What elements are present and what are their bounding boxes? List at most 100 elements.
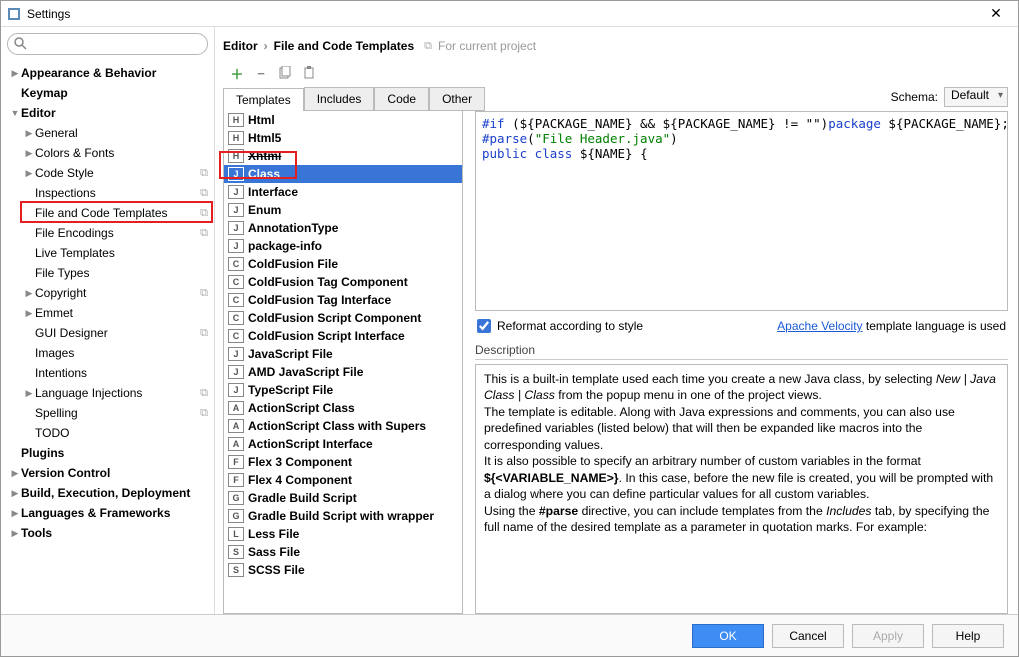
template-item-label: ColdFusion Script Interface <box>248 329 405 343</box>
reset-template-button[interactable] <box>301 65 317 81</box>
template-item-gradle-build-script-with-wrapper[interactable]: GGradle Build Script with wrapper <box>224 507 462 525</box>
template-item-label: Flex 3 Component <box>248 455 352 469</box>
tab-templates[interactable]: Templates <box>223 88 304 111</box>
template-item-less-file[interactable]: LLess File <box>224 525 462 543</box>
file-type-icon: J <box>228 185 244 199</box>
template-item-label: Gradle Build Script with wrapper <box>248 509 434 523</box>
reformat-checkbox[interactable] <box>477 319 491 333</box>
template-item-gradle-build-script[interactable]: GGradle Build Script <box>224 489 462 507</box>
template-item-javascript-file[interactable]: JJavaScript File <box>224 345 462 363</box>
titlebar: Settings ✕ <box>1 1 1018 27</box>
sidebar-item-file-types[interactable]: File Types <box>1 263 214 283</box>
cancel-button[interactable]: Cancel <box>772 624 844 648</box>
template-item-interface[interactable]: JInterface <box>224 183 462 201</box>
sidebar-item-plugins[interactable]: Plugins <box>1 443 214 463</box>
remove-template-button[interactable]: − <box>253 65 269 81</box>
file-type-icon: J <box>228 203 244 217</box>
file-type-icon: J <box>228 239 244 253</box>
sidebar-item-file-and-code-templates[interactable]: File and Code Templates⧉ <box>1 203 214 223</box>
sidebar-item-tools[interactable]: ▶Tools <box>1 523 214 543</box>
template-list[interactable]: HHtmlHHtml5HXhtmlJClassJInterfaceJEnumJA… <box>223 111 463 614</box>
template-item-annotationtype[interactable]: JAnnotationType <box>224 219 462 237</box>
template-item-typescript-file[interactable]: JTypeScript File <box>224 381 462 399</box>
file-type-icon: C <box>228 257 244 271</box>
scope-indicator-icon: ⧉ <box>200 387 208 400</box>
template-item-coldfusion-tag-component[interactable]: CColdFusion Tag Component <box>224 273 462 291</box>
template-item-flex-3-component[interactable]: FFlex 3 Component <box>224 453 462 471</box>
copy-template-button[interactable] <box>277 65 293 81</box>
sidebar-item-languages-frameworks[interactable]: ▶Languages & Frameworks <box>1 503 214 523</box>
sidebar-item-colors-fonts[interactable]: ▶Colors & Fonts <box>1 143 214 163</box>
sidebar-item-general[interactable]: ▶General <box>1 123 214 143</box>
search-input[interactable] <box>7 33 208 55</box>
tab-other[interactable]: Other <box>429 87 485 110</box>
template-item-label: ColdFusion File <box>248 257 338 271</box>
template-item-sass-file[interactable]: SSass File <box>224 543 462 561</box>
sidebar-item-keymap[interactable]: Keymap <box>1 83 214 103</box>
template-item-label: ColdFusion Tag Component <box>248 275 408 289</box>
template-item-label: AnnotationType <box>248 221 338 235</box>
sidebar-item-file-encodings[interactable]: File Encodings⧉ <box>1 223 214 243</box>
template-item-coldfusion-file[interactable]: C ColdFusion File <box>224 255 462 273</box>
template-item-coldfusion-script-interface[interactable]: CColdFusion Script Interface <box>224 327 462 345</box>
template-item-actionscript-class-with-supers[interactable]: AActionScript Class with Supers <box>224 417 462 435</box>
add-template-button[interactable]: ＋ <box>229 65 245 81</box>
file-type-icon: F <box>228 473 244 487</box>
file-type-icon: J <box>228 347 244 361</box>
template-item-xhtml[interactable]: HXhtml <box>224 147 462 165</box>
sidebar-item-language-injections[interactable]: ▶Language Injections⧉ <box>1 383 214 403</box>
sidebar-item-emmet[interactable]: ▶Emmet <box>1 303 214 323</box>
sidebar-item-inspections[interactable]: Inspections⧉ <box>1 183 214 203</box>
template-item-amd-javascript-file[interactable]: JAMD JavaScript File <box>224 363 462 381</box>
sidebar-item-editor[interactable]: ▼Editor <box>1 103 214 123</box>
chevron-icon: ▶ <box>23 288 35 299</box>
template-item-html5[interactable]: HHtml5 <box>224 129 462 147</box>
schema-dropdown[interactable]: Default <box>944 87 1008 107</box>
chevron-icon: ▶ <box>23 168 35 179</box>
velocity-note: Apache Velocity template language is use… <box>777 319 1006 333</box>
scope-indicator-icon: ⧉ <box>200 287 208 300</box>
sidebar-item-build-execution-deployment[interactable]: ▶Build, Execution, Deployment <box>1 483 214 503</box>
sidebar-item-images[interactable]: Images <box>1 343 214 363</box>
template-code-editor[interactable]: #if (${PACKAGE_NAME} && ${PACKAGE_NAME} … <box>475 111 1008 311</box>
template-item-class[interactable]: JClass <box>224 165 462 183</box>
scope-icon: ⧉ <box>424 40 432 53</box>
tree-item-label: File Types <box>35 266 89 280</box>
sidebar-item-live-templates[interactable]: Live Templates <box>1 243 214 263</box>
chevron-icon: ▶ <box>23 308 35 319</box>
settings-tree[interactable]: ▶Appearance & BehaviorKeymap▼Editor▶Gene… <box>1 61 214 614</box>
template-item-coldfusion-tag-interface[interactable]: CColdFusion Tag Interface <box>224 291 462 309</box>
template-item-label: TypeScript File <box>248 383 333 397</box>
sidebar-item-code-style[interactable]: ▶Code Style⧉ <box>1 163 214 183</box>
sidebar-item-appearance-behavior[interactable]: ▶Appearance & Behavior <box>1 63 214 83</box>
tree-item-label: Images <box>35 346 74 360</box>
sidebar-item-spelling[interactable]: Spelling⧉ <box>1 403 214 423</box>
sidebar-item-todo[interactable]: TODO <box>1 423 214 443</box>
tree-item-label: Spelling <box>35 406 78 420</box>
tree-item-label: Tools <box>21 526 52 540</box>
velocity-link[interactable]: Apache Velocity <box>777 319 862 333</box>
template-item-actionscript-interface[interactable]: AActionScript Interface <box>224 435 462 453</box>
close-button[interactable]: ✕ <box>980 3 1012 25</box>
template-item-coldfusion-script-component[interactable]: CColdFusion Script Component <box>224 309 462 327</box>
sidebar-item-intentions[interactable]: Intentions <box>1 363 214 383</box>
template-item-flex-4-component[interactable]: FFlex 4 Component <box>224 471 462 489</box>
template-item-label: ColdFusion Script Component <box>248 311 421 325</box>
template-item-enum[interactable]: JEnum <box>224 201 462 219</box>
tree-item-label: File Encodings <box>35 226 114 240</box>
description-box: This is a built-in template used each ti… <box>475 364 1008 614</box>
template-item-actionscript-class[interactable]: AActionScript Class <box>224 399 462 417</box>
template-item-label: Less File <box>248 527 299 541</box>
tab-includes[interactable]: Includes <box>304 87 375 110</box>
template-item-package-info[interactable]: Jpackage-info <box>224 237 462 255</box>
template-item-scss-file[interactable]: SSCSS File <box>224 561 462 579</box>
apply-button[interactable]: Apply <box>852 624 924 648</box>
template-item-html[interactable]: HHtml <box>224 111 462 129</box>
sidebar-item-version-control[interactable]: ▶Version Control <box>1 463 214 483</box>
ok-button[interactable]: OK <box>692 624 764 648</box>
sidebar-item-gui-designer[interactable]: GUI Designer⧉ <box>1 323 214 343</box>
sidebar-item-copyright[interactable]: ▶Copyright⧉ <box>1 283 214 303</box>
tab-code[interactable]: Code <box>374 87 429 110</box>
help-button[interactable]: Help <box>932 624 1004 648</box>
file-type-icon: H <box>228 113 244 127</box>
